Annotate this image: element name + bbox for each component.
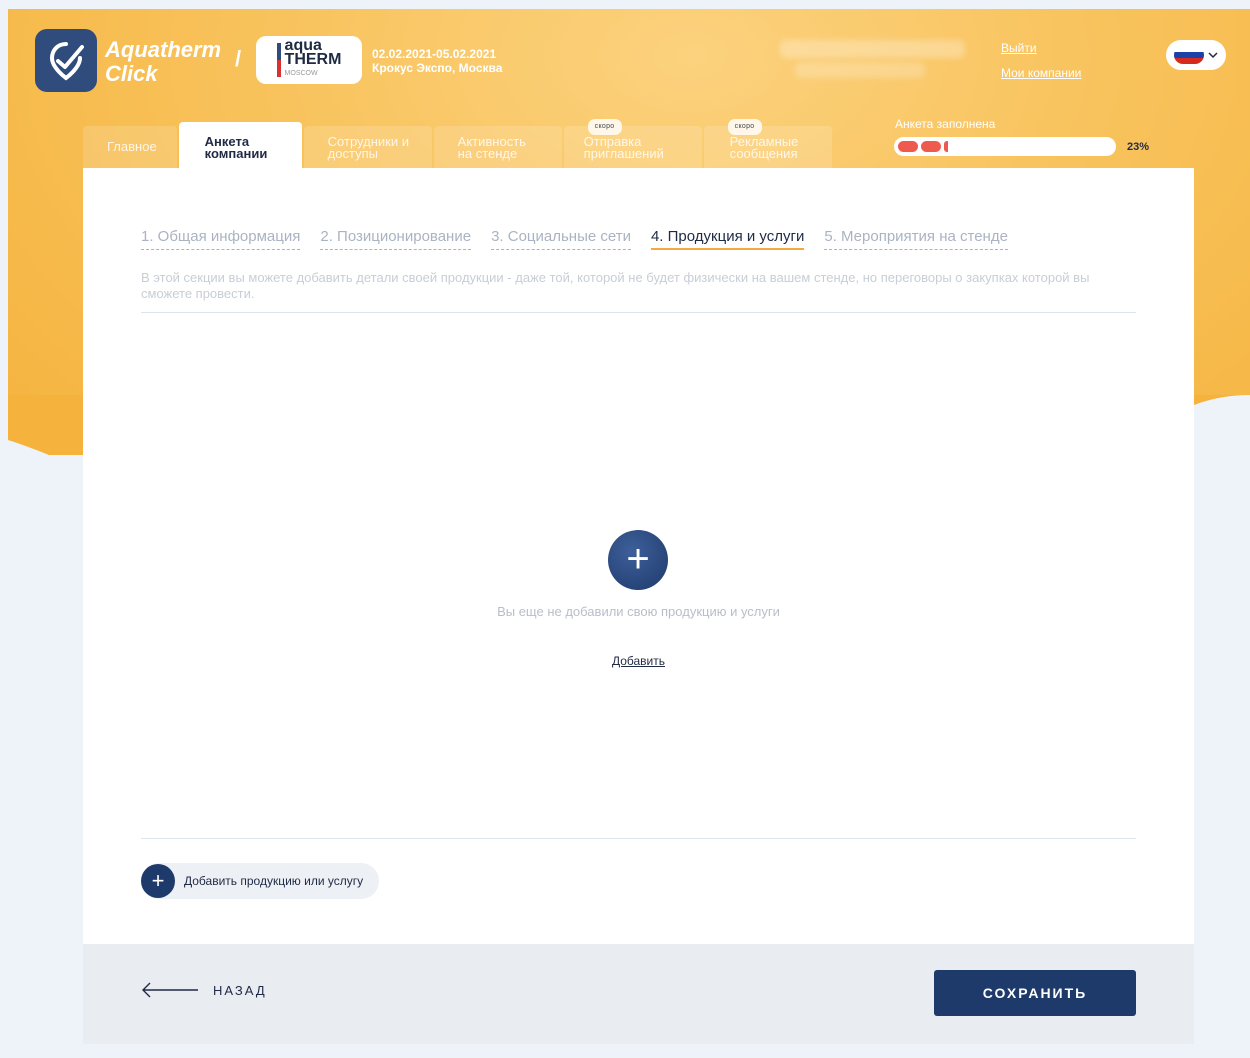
event-place: Крокус Экспо, Москва	[372, 61, 503, 75]
step-positioning[interactable]: 2. Позиционирование	[320, 228, 472, 250]
main-card: 1. Общая информация 2. Позиционирование …	[83, 168, 1194, 944]
main-tabs: Главное Анкета компании Сотрудники и дос…	[83, 119, 834, 168]
tab-company-profile-label: Анкета компании	[204, 134, 268, 161]
tab-ads-label: Рекламные сообщения	[729, 134, 799, 161]
step-nav: 1. Общая информация 2. Позиционирование …	[141, 228, 1008, 250]
user-links: Выйти Мои компании	[1001, 41, 1081, 91]
add-link-wrapper: Добавить	[83, 652, 1194, 670]
divider	[141, 312, 1136, 313]
tab-activity-label: Активность на стенде	[457, 134, 526, 161]
step-general-info[interactable]: 1. Общая информация	[141, 228, 301, 250]
add-link[interactable]: Добавить	[612, 654, 665, 668]
step-products[interactable]: 4. Продукция и услуги	[650, 228, 805, 250]
plus-icon: +	[141, 864, 175, 898]
plus-icon: +	[626, 537, 650, 581]
tab-main[interactable]: Главное	[83, 126, 177, 168]
divider	[141, 838, 1136, 839]
soon-badge: скоро	[727, 119, 762, 135]
footer-bar: НАЗАД СОХРАНИТЬ	[83, 944, 1194, 1044]
tab-employees[interactable]: Сотрудники и доступы	[303, 126, 432, 168]
section-description: В этой секции вы можете добавить детали …	[141, 270, 1090, 301]
empty-state-text: Вы еще не добавили свою продукцию и услу…	[497, 604, 780, 619]
tab-company-profile[interactable]: Анкета компании	[178, 122, 302, 168]
tab-ads[interactable]: скоро Рекламные сообщения	[703, 119, 832, 168]
arrow-left-icon	[142, 982, 198, 998]
add-product-label: Добавить продукцию или услугу	[184, 874, 364, 888]
blurred-user-company	[795, 62, 925, 78]
partner-logo: aqua THERM MOSCOW	[256, 36, 362, 84]
back-button[interactable]: НАЗАД	[141, 982, 267, 998]
progress-percent: 23%	[1127, 141, 1150, 153]
progress-segment	[921, 141, 941, 152]
app-logo-icon[interactable]	[35, 29, 97, 92]
step-social[interactable]: 3. Социальные сети	[491, 228, 631, 250]
soon-badge: скоро	[587, 119, 622, 135]
flag-ru-icon	[1174, 46, 1204, 64]
brand-line-1: Aquatherm	[105, 37, 222, 62]
progress-label: Анкета заполнена	[895, 117, 996, 131]
language-selector[interactable]	[1166, 40, 1226, 70]
brand-separator: /	[235, 46, 242, 71]
partner-logo-bar	[276, 43, 281, 77]
add-product-button[interactable]: + Добавить продукцию или услугу	[141, 863, 380, 899]
logout-link[interactable]: Выйти	[1001, 41, 1081, 55]
progress-segment	[944, 141, 948, 152]
tab-invitations-label: Отправка приглашений	[583, 134, 664, 161]
step-events[interactable]: 5. Мероприятия на стенде	[824, 228, 1008, 250]
add-product-big-button[interactable]: +	[608, 530, 668, 590]
brand-line-2: Click	[105, 61, 158, 86]
partner-name-line3: MOSCOW	[284, 70, 318, 77]
progress-bar	[894, 137, 1116, 156]
progress-segment	[898, 141, 918, 152]
back-label: НАЗАД	[213, 982, 267, 998]
tab-main-label: Главное	[107, 139, 157, 154]
save-button[interactable]: СОХРАНИТЬ	[934, 970, 1136, 1016]
tab-employees-label: Сотрудники и доступы	[327, 134, 409, 161]
event-dates: 02.02.2021-05.02.2021	[372, 47, 497, 61]
my-companies-link[interactable]: Мои компании	[1001, 66, 1081, 80]
tab-invitations[interactable]: скоро Отправка приглашений	[563, 119, 702, 168]
partner-name-line2: THERM	[284, 51, 342, 68]
chevron-down-icon	[1208, 52, 1218, 59]
brand-name: Aquatherm Click	[105, 38, 221, 86]
tab-activity[interactable]: Активность на стенде	[433, 126, 562, 168]
blurred-user-name	[780, 40, 965, 58]
event-info: 02.02.2021-05.02.2021 Крокус Экспо, Моск…	[372, 47, 502, 75]
